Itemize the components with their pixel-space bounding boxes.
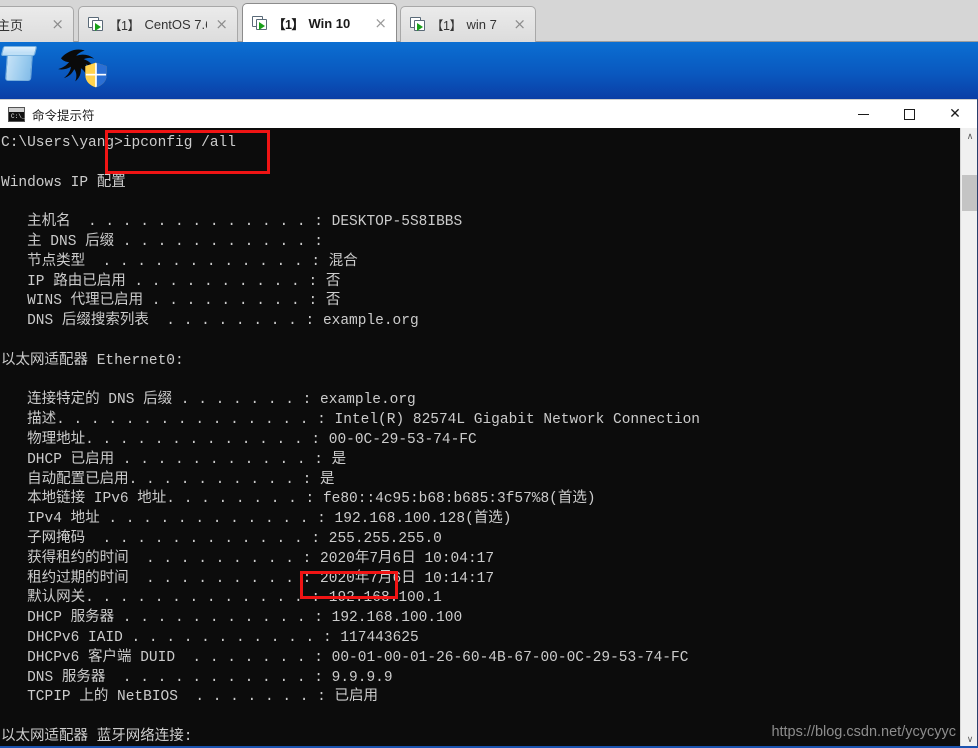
console-vertical-scrollbar[interactable]: ∧ ∨: [960, 128, 978, 748]
recycle-bin-icon[interactable]: [0, 44, 44, 84]
console-line: DNS 后缀搜索列表 . . . . . . . . : example.org: [1, 313, 419, 330]
minimize-button[interactable]: [840, 100, 886, 128]
tab-centos-close-icon[interactable]: ×: [212, 17, 231, 32]
console-line: DHCP 服务器 . . . . . . . . . . . : 192.168…: [1, 610, 463, 627]
tab-centos-7-6[interactable]: 【1】 CentOS 7.6 ×: [78, 6, 238, 42]
tab-home-close-icon[interactable]: ×: [48, 17, 67, 32]
close-button[interactable]: ✕: [932, 100, 978, 128]
console-line: 连接特定的 DNS 后缀 . . . . . . . : example.org: [1, 392, 416, 409]
console-line: IPv4 地址 . . . . . . . . . . . . : 192.16…: [1, 511, 512, 528]
console-line: 默认网关. . . . . . . . . . . . . : 192.168.…: [1, 590, 442, 607]
console-line: DHCPv6 客户端 DUID . . . . . . . : 00-01-00…: [1, 649, 689, 666]
command-prompt-window: C:\_ 命令提示符 ✕ C:\Users\yang>ipconfig /all…: [0, 99, 978, 748]
console-line: 租约过期的时间 . . . . . . . . . : 2020年7月6日 10…: [1, 570, 495, 587]
scrollbar-thumb[interactable]: [962, 175, 978, 211]
console-line: WINS 代理已启用 . . . . . . . . . : 否: [1, 293, 341, 310]
tab-win7-close-icon[interactable]: ×: [510, 17, 529, 32]
console-line: 子网掩码 . . . . . . . . . . . . : 255.255.2…: [1, 530, 442, 547]
guest-desktop-background: [0, 42, 978, 99]
tab-win-10[interactable]: 【1】 Win 10 ×: [242, 3, 397, 42]
vm-power-icon: [252, 15, 268, 31]
tab-win10-close-icon[interactable]: ×: [371, 15, 390, 31]
tab-win10-label: Win 10: [308, 15, 351, 31]
window-controls: ✕: [840, 100, 978, 128]
console-line: 主机名 . . . . . . . . . . . . . : DESKTOP-…: [1, 214, 463, 231]
console-line: DNS 服务器 . . . . . . . . . . . : 9.9.9.9: [1, 669, 393, 686]
tab-win7-badge: 【1】: [431, 19, 462, 33]
console-line: DHCP 已启用 . . . . . . . . . . . : 是: [1, 451, 347, 468]
console-line: 以太网适配器 蓝牙网络连接:: [1, 728, 193, 745]
console-line: 本地链接 IPv6 地址. . . . . . . . : fe80::4c95…: [1, 491, 596, 508]
vm-power-icon: [88, 17, 104, 32]
tab-win7-label: win 7: [466, 17, 497, 32]
maximize-button[interactable]: [886, 100, 932, 128]
console-line: 主 DNS 后缀 . . . . . . . . . . . :: [1, 233, 323, 250]
scroll-up-arrow-icon[interactable]: ∧: [961, 128, 978, 146]
watermark-text: https://blog.csdn.net/ycycyyc: [771, 724, 956, 740]
tab-centos-badge: 【1】: [109, 19, 140, 33]
vm-power-icon: [410, 17, 426, 32]
tab-centos-label: CentOS 7.6: [144, 17, 208, 32]
console-output-area[interactable]: C:\Users\yang>ipconfig /all Windows IP 配…: [0, 128, 978, 748]
vm-tab-bar: 主页 × 【1】 CentOS 7.6 × 【1】 Win 10 × 【1】 w…: [0, 0, 978, 42]
console-line: DHCPv6 IAID . . . . . . . . . . . : 1174…: [1, 629, 419, 646]
window-title-bar[interactable]: C:\_ 命令提示符 ✕: [0, 100, 978, 128]
console-line: IP 路由已启用 . . . . . . . . . . : 否: [1, 273, 341, 290]
tab-win-7[interactable]: 【1】 win 7 ×: [400, 6, 536, 42]
tab-home-label: 主页: [0, 18, 24, 33]
console-line: Windows IP 配置: [1, 174, 126, 191]
windows-shield-icon: [85, 62, 107, 88]
console-text: C:\Users\yang>ipconfig /all Windows IP 配…: [0, 128, 700, 748]
tab-win10-badge: 【1】: [273, 17, 304, 32]
console-line: 物理地址. . . . . . . . . . . . . : 00-0C-29…: [1, 431, 477, 448]
tab-home[interactable]: 主页 ×: [0, 6, 74, 42]
console-line: 以太网适配器 Ethernet0:: [1, 352, 184, 369]
console-line: TCPIP 上的 NetBIOS . . . . . . . : 已启用: [1, 689, 379, 706]
console-line: 自动配置已启用. . . . . . . . . . : 是: [1, 471, 335, 488]
console-line: 描述. . . . . . . . . . . . . . . : Intel(…: [1, 412, 701, 429]
console-line: 节点类型 . . . . . . . . . . . . : 混合: [1, 253, 358, 270]
console-line: C:\Users\yang>ipconfig /all: [1, 135, 236, 151]
cmd-console-icon: C:\_: [8, 106, 25, 122]
console-line: 获得租约的时间 . . . . . . . . . : 2020年7月6日 10…: [1, 550, 495, 567]
screen-root: 主页 × 【1】 CentOS 7.6 × 【1】 Win 10 × 【1】 w…: [0, 0, 978, 748]
window-title: 命令提示符: [32, 108, 95, 123]
